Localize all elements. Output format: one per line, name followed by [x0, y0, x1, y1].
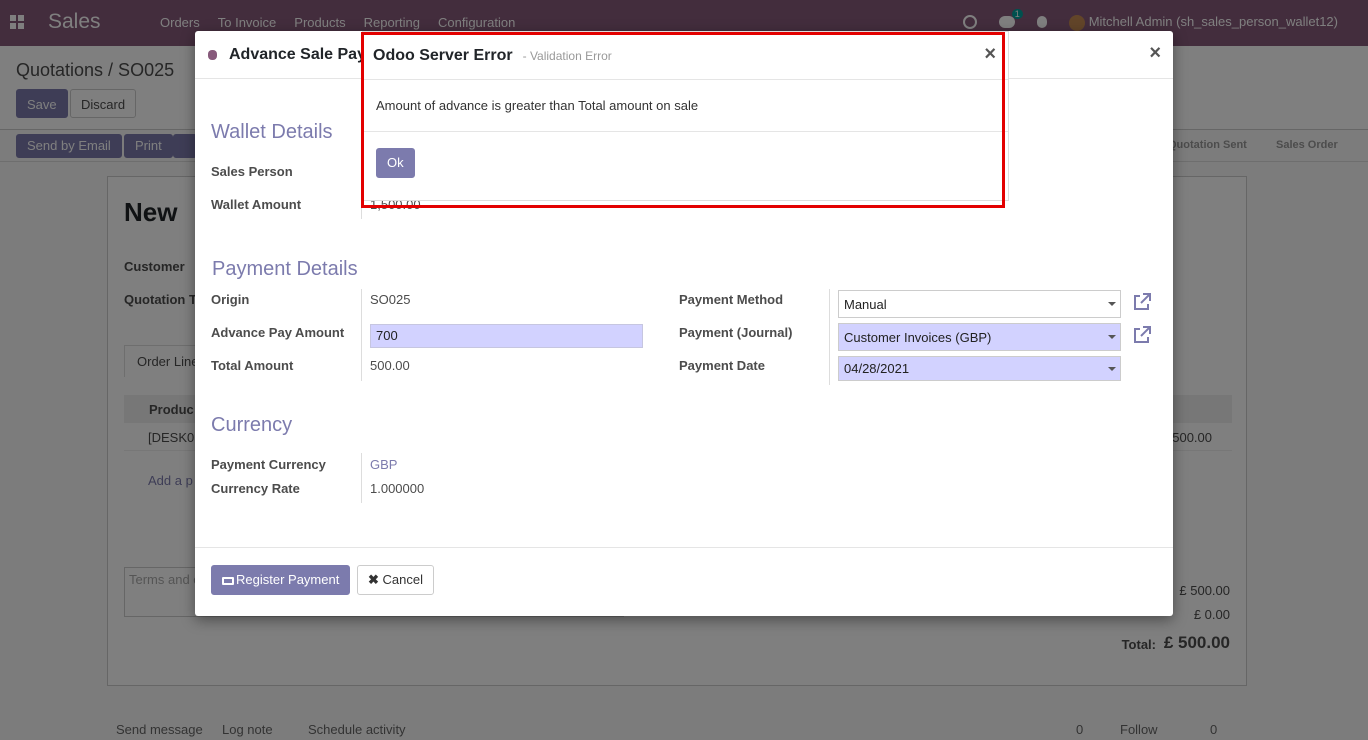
payment-details-title: Payment Details: [212, 258, 358, 280]
payment-journal-select[interactable]: Customer Invoices (GBP): [838, 323, 1121, 351]
error-title-text: Odoo Server Error: [373, 47, 513, 64]
close-icon[interactable]: ×: [1149, 43, 1161, 63]
advance-amount-input[interactable]: 700: [370, 324, 643, 348]
cancel-button[interactable]: ✖ Cancel: [357, 565, 434, 595]
chevron-down-icon: [1108, 367, 1116, 371]
currency-rate-value: 1.000000: [370, 481, 425, 496]
payment-method-value: Manual: [844, 297, 887, 312]
server-error-dialog: Odoo Server Error - Validation Error × Am…: [362, 31, 1009, 201]
total-amount-value: 500.00: [370, 358, 410, 373]
cancel-label: Cancel: [382, 572, 423, 587]
advance-amount-label: Advance Pay Amount: [211, 325, 345, 340]
payment-date-value: 04/28/2021: [844, 361, 910, 376]
dialog-footer: Register Payment ✖ Cancel: [195, 547, 1173, 616]
divider: [361, 453, 362, 503]
register-payment-button[interactable]: Register Payment: [211, 565, 351, 595]
payment-currency-label: Payment Currency: [211, 457, 326, 472]
error-footer: Ok: [363, 131, 1008, 201]
register-payment-label: Register Payment: [236, 572, 340, 587]
error-header: Odoo Server Error - Validation Error ×: [363, 32, 1008, 80]
origin-value: SO025: [370, 292, 411, 307]
payment-date-input[interactable]: 04/28/2021: [838, 356, 1121, 381]
error-subtitle: - Validation Error: [522, 49, 612, 63]
payment-method-label: Payment Method: [679, 292, 784, 307]
close-icon: ✖: [368, 572, 379, 587]
chevron-down-icon: [1108, 335, 1116, 339]
dialog-title: Advance Sale Pay: [229, 46, 366, 63]
total-amount-label: Total Amount: [211, 358, 294, 373]
wallet-details-title: Wallet Details: [211, 121, 333, 143]
origin-label: Origin: [211, 292, 250, 307]
currency-rate-label: Currency Rate: [211, 481, 300, 496]
divider: [361, 289, 362, 381]
external-link-icon[interactable]: [1132, 292, 1152, 312]
error-title: Odoo Server Error - Validation Error: [373, 47, 612, 65]
payment-journal-value: Customer Invoices (GBP): [844, 330, 992, 345]
payment-method-select[interactable]: Manual: [838, 290, 1121, 318]
payment-currency-link[interactable]: GBP: [370, 457, 397, 472]
error-message: Amount of advance is greater than Total …: [376, 98, 699, 113]
currency-title: Currency: [211, 414, 293, 436]
close-icon[interactable]: ×: [984, 44, 996, 64]
ok-button[interactable]: Ok: [376, 148, 415, 178]
money-icon: [222, 577, 234, 585]
payment-journal-label: Payment (Journal): [679, 325, 793, 340]
divider: [829, 289, 830, 385]
chevron-down-icon: [1108, 302, 1116, 306]
sales-person-label: Sales Person: [211, 164, 293, 179]
debug-icon[interactable]: [208, 50, 217, 60]
wallet-amount-label: Wallet Amount: [211, 197, 302, 212]
external-link-icon[interactable]: [1132, 325, 1152, 345]
payment-date-label: Payment Date: [679, 358, 765, 373]
